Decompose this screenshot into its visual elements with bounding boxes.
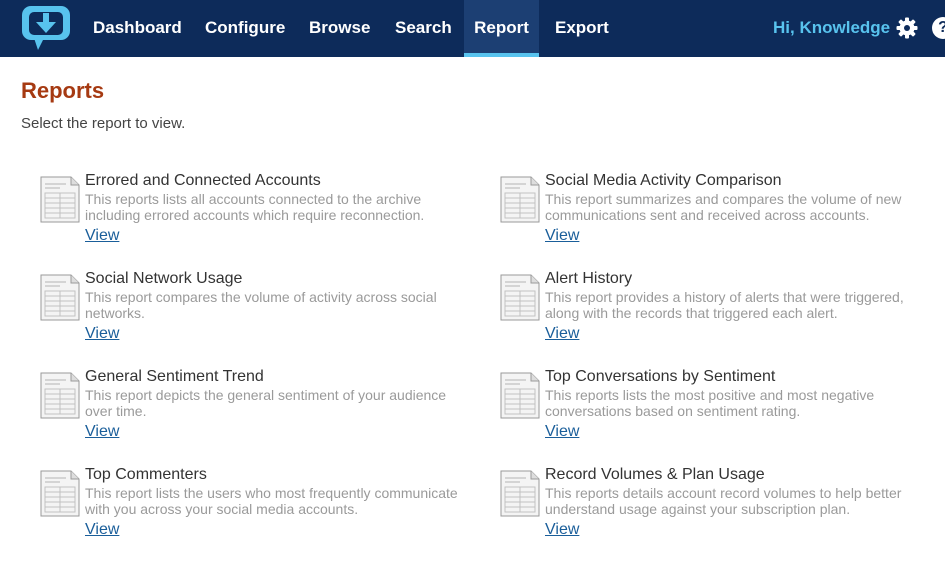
- report-title: Top Conversations by Sentiment: [545, 368, 776, 385]
- report-title: Social Media Activity Comparison: [545, 172, 782, 189]
- report-item-record-volumes-plan-usage: Record Volumes & Plan Usage This reports…: [500, 466, 940, 548]
- report-title: Social Network Usage: [85, 270, 243, 287]
- report-item-errored-connected-accounts: Errored and Connected Accounts This repo…: [40, 172, 480, 254]
- report-description: This report provides a history of alerts…: [545, 289, 904, 321]
- report-description: This reports lists all accounts connecte…: [85, 191, 425, 223]
- view-report-link[interactable]: View: [85, 423, 119, 441]
- report-item-alert-history: Alert History This report provides a his…: [500, 270, 940, 352]
- nav-search[interactable]: Search: [382, 0, 465, 57]
- report-item-general-sentiment-trend: General Sentiment Trend This report depi…: [40, 368, 480, 450]
- report-item-social-network-usage: Social Network Usage This report compare…: [40, 270, 480, 352]
- report-title: General Sentiment Trend: [85, 368, 264, 385]
- report-title: Top Commenters: [85, 466, 207, 483]
- nav-report[interactable]: Report: [464, 0, 539, 57]
- view-report-link[interactable]: View: [85, 227, 119, 245]
- page-title: Reports: [21, 78, 105, 103]
- report-title: Record Volumes & Plan Usage: [545, 466, 765, 483]
- gear-icon[interactable]: [896, 17, 918, 39]
- view-report-link[interactable]: View: [545, 227, 579, 245]
- document-icon: [500, 372, 540, 419]
- help-icon[interactable]: ?: [932, 17, 945, 39]
- report-description: This report lists the users who most fre…: [85, 485, 458, 517]
- report-description: This report summarizes and compares the …: [545, 191, 902, 223]
- report-description: This reports lists the most positive and…: [545, 387, 875, 419]
- document-icon: [40, 470, 80, 517]
- document-icon: [500, 176, 540, 223]
- view-report-link[interactable]: View: [85, 521, 119, 539]
- report-description: This report depicts the general sentimen…: [85, 387, 447, 419]
- report-item-top-commenters: Top Commenters This report lists the use…: [40, 466, 480, 548]
- report-description: This report compares the volume of activ…: [85, 289, 437, 321]
- report-title: Errored and Connected Accounts: [85, 172, 321, 189]
- report-item-social-media-activity-comparison: Social Media Activity Comparison This re…: [500, 172, 940, 254]
- view-report-link[interactable]: View: [545, 325, 579, 343]
- view-report-link[interactable]: View: [545, 521, 579, 539]
- report-title: Alert History: [545, 270, 633, 287]
- document-icon: [40, 176, 80, 223]
- document-icon: [500, 274, 540, 321]
- report-item-top-conversations-by-sentiment: Top Conversations by Sentiment This repo…: [500, 368, 940, 450]
- view-report-link[interactable]: View: [545, 423, 579, 441]
- document-icon: [40, 372, 80, 419]
- page-subtitle: Select the report to view.: [21, 115, 186, 132]
- document-icon: [40, 274, 80, 321]
- nav-export[interactable]: Export: [542, 0, 622, 57]
- top-navbar: Dashboard Configure Browse Search Report…: [0, 0, 945, 57]
- view-report-link[interactable]: View: [85, 325, 119, 343]
- user-greeting[interactable]: Hi, Knowledge: [773, 0, 890, 57]
- nav-browse[interactable]: Browse: [296, 0, 383, 57]
- nav-configure[interactable]: Configure: [192, 0, 298, 57]
- logo-icon[interactable]: [20, 4, 72, 52]
- report-description: This reports details account record volu…: [545, 485, 902, 517]
- document-icon: [500, 470, 540, 517]
- nav-dashboard[interactable]: Dashboard: [80, 0, 195, 57]
